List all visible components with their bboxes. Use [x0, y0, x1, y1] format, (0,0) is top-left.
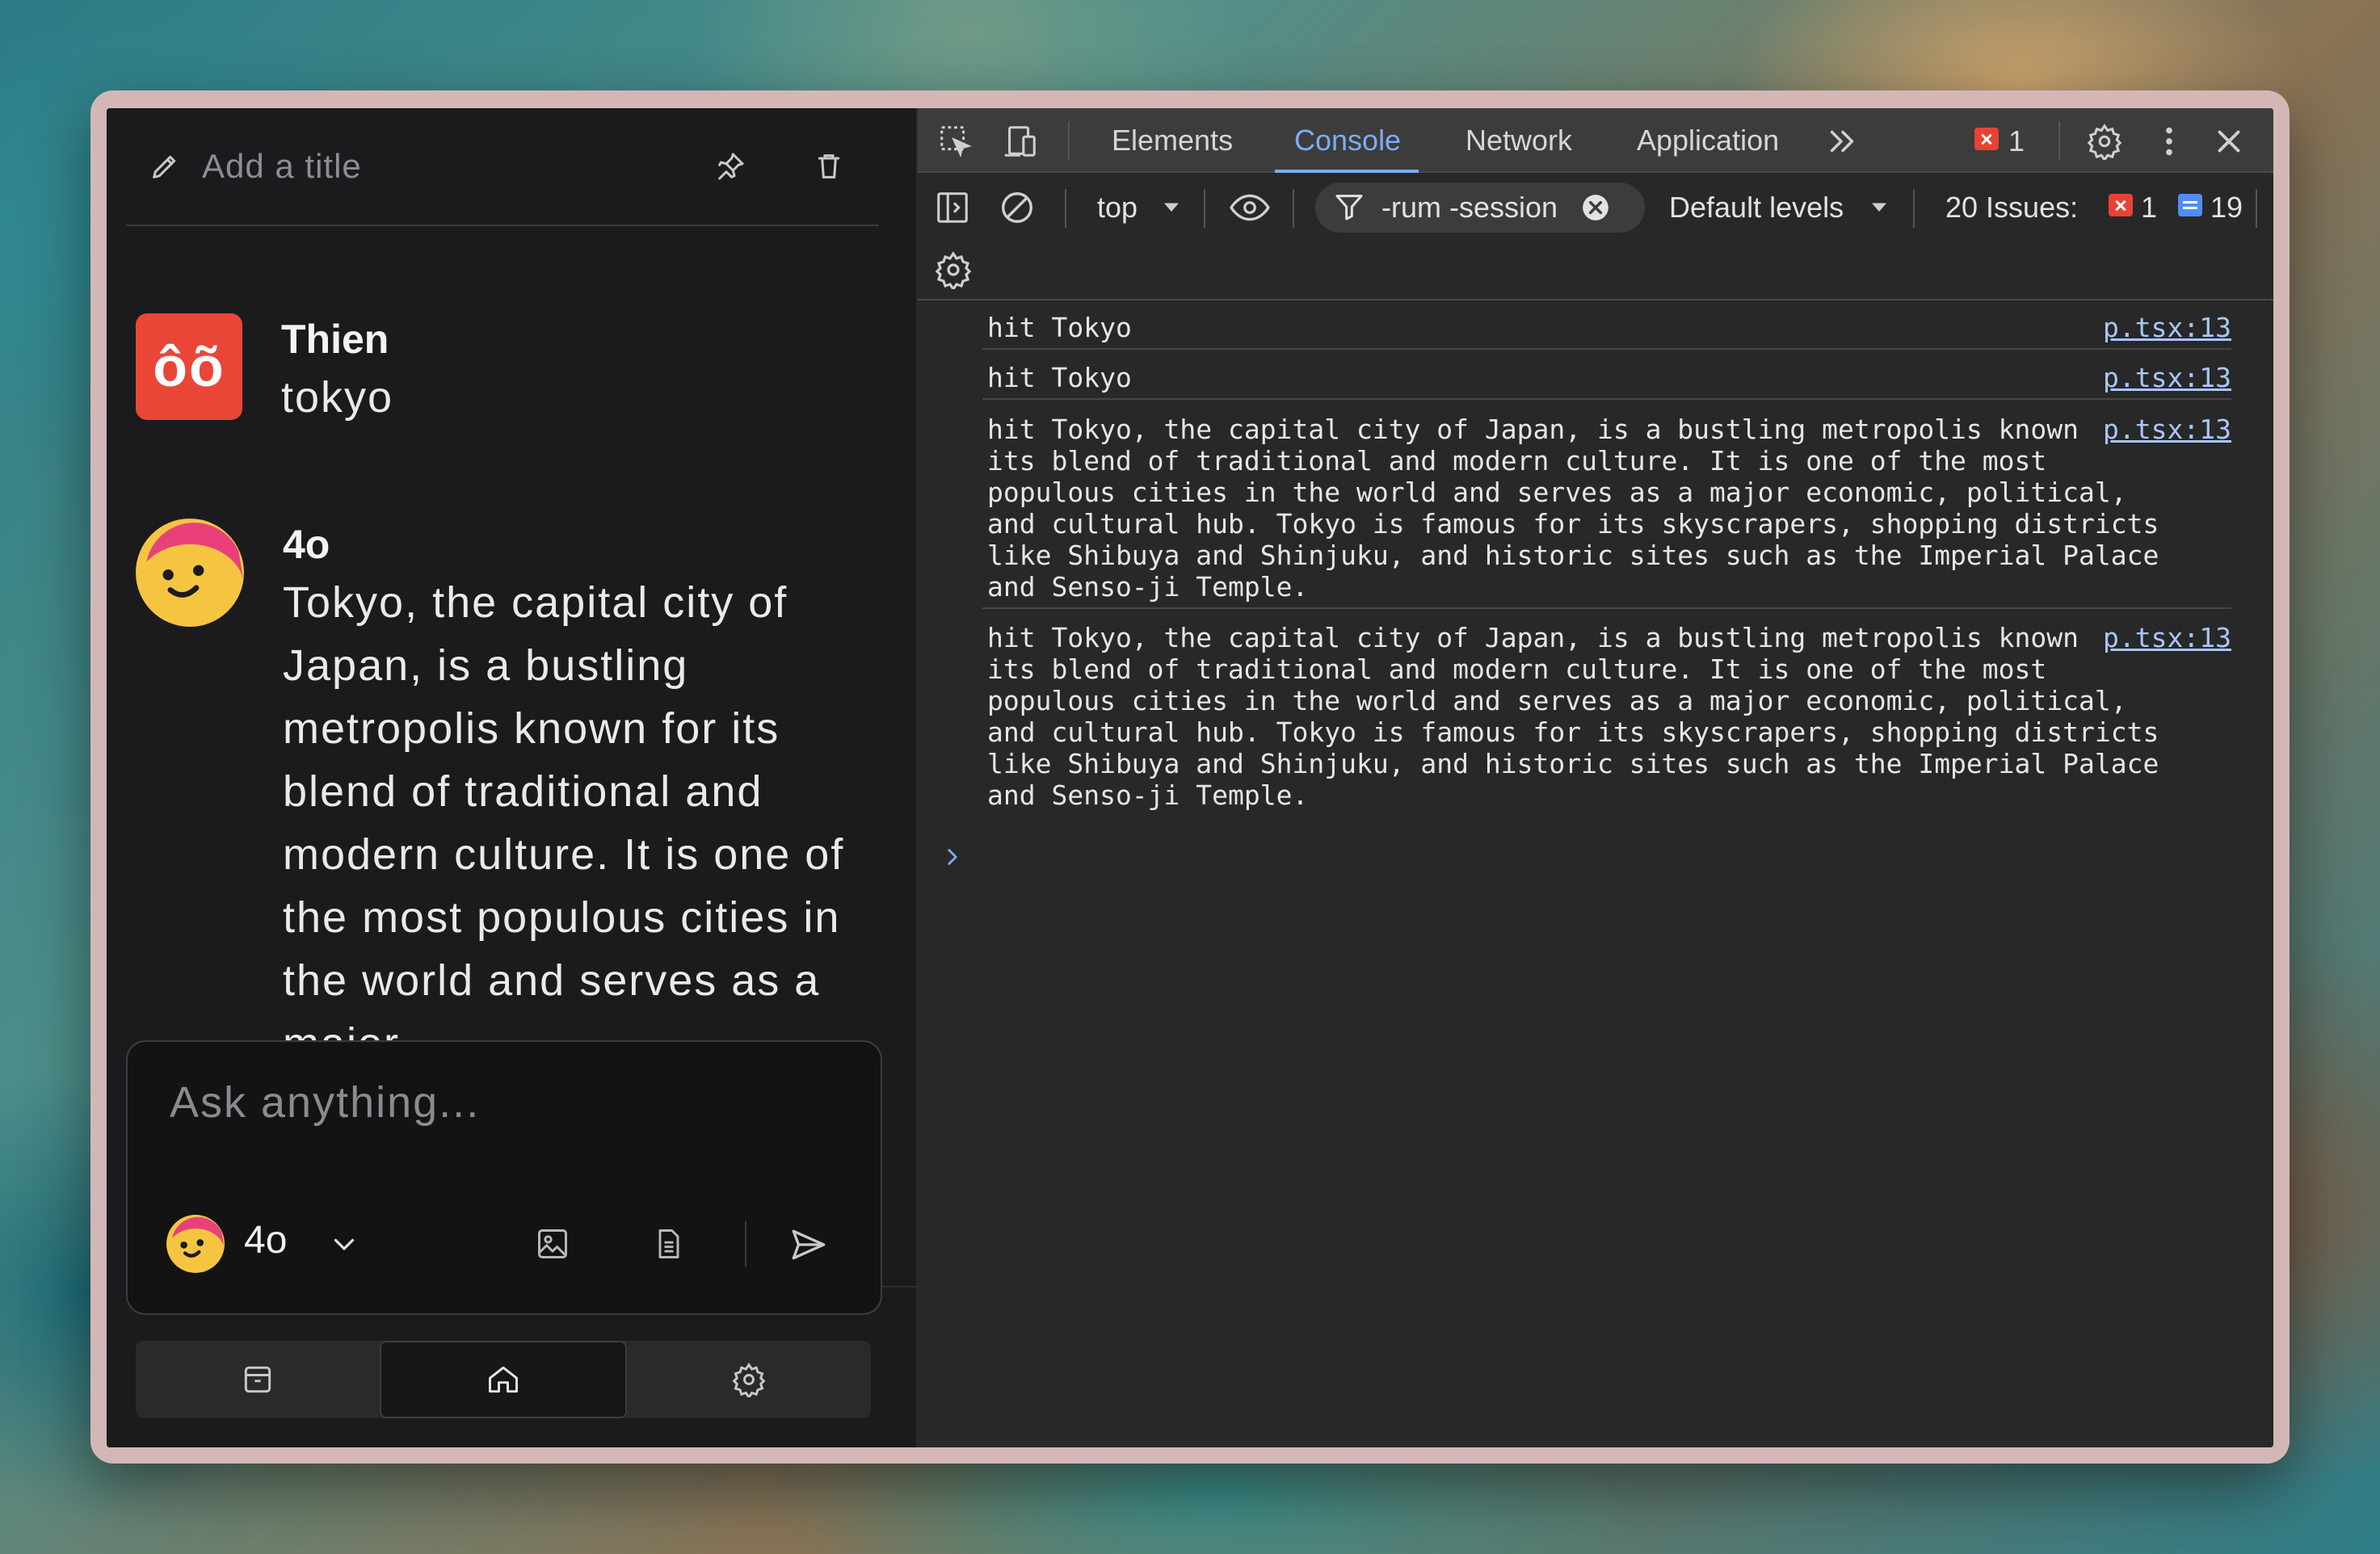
issue-error-icon[interactable] — [2109, 194, 2133, 216]
console-prompt-icon[interactable] — [939, 843, 966, 871]
inspect-element-icon[interactable] — [937, 123, 974, 160]
filter-text: -rum -session — [1381, 191, 1558, 224]
toolbar-separator — [2256, 189, 2257, 228]
context-selector[interactable]: top — [1097, 191, 1137, 225]
user-avatar: ôõ — [136, 313, 242, 420]
user-name: Thien — [281, 317, 389, 362]
console-filter-input[interactable]: -rum -session — [1315, 183, 1645, 233]
toolbar-separator — [1913, 189, 1915, 228]
log-source-link[interactable]: p.tsx:13 — [2087, 312, 2231, 343]
tab-home[interactable] — [380, 1341, 627, 1418]
issues-info-count[interactable]: 19 — [2210, 191, 2243, 225]
bottom-tabbar — [136, 1341, 871, 1418]
sidebar-toggle-icon[interactable] — [934, 189, 971, 226]
model-selector[interactable]: 4o — [244, 1218, 287, 1262]
device-toolbar-icon[interactable] — [1002, 123, 1039, 160]
caret-down-icon[interactable] — [1865, 192, 1894, 221]
log-source-link[interactable]: p.tsx:13 — [2087, 622, 2231, 653]
document-upload-icon[interactable] — [651, 1226, 687, 1262]
chat-header: Add a title — [126, 108, 879, 226]
pencil-icon[interactable] — [149, 150, 181, 183]
archive-icon — [244, 1366, 271, 1393]
title-input[interactable]: Add a title — [202, 147, 362, 186]
composer: Ask anything... 4o — [126, 1040, 882, 1315]
app-window: Add a title ôõ Thien tokyo 4o Tokyo, the… — [90, 90, 2290, 1464]
toolbar-separator — [2058, 121, 2060, 160]
error-badge-icon[interactable] — [1974, 128, 1999, 150]
filter-icon — [1335, 195, 1363, 220]
eye-icon[interactable] — [1228, 187, 1272, 228]
toolbar-separator — [1204, 189, 1205, 228]
model-avatar[interactable] — [166, 1215, 225, 1273]
console-settings-row — [918, 241, 2273, 300]
tab-console[interactable]: Console — [1274, 108, 1419, 173]
log-message[interactable]: hit Tokyo, the capital city of Japan, is… — [982, 407, 2186, 607]
issue-info-icon[interactable] — [2178, 194, 2202, 216]
console-log-entry: hit Tokyo p.tsx:13 — [982, 355, 2231, 400]
issues-label[interactable]: 20 Issues: — [1945, 191, 2078, 225]
composer-separator — [745, 1221, 746, 1266]
assistant-avatar — [136, 519, 244, 627]
kebab-menu-icon[interactable] — [2151, 123, 2188, 160]
window-content: Add a title ôõ Thien tokyo 4o Tokyo, the… — [107, 108, 2273, 1447]
gear-icon[interactable] — [2086, 123, 2123, 160]
close-icon[interactable] — [2210, 123, 2248, 160]
tab-archive[interactable] — [136, 1341, 380, 1418]
error-count[interactable]: 1 — [2008, 124, 2025, 158]
settings-icon — [732, 1363, 766, 1397]
more-tabs-icon[interactable] — [1824, 123, 1861, 160]
tab-elements[interactable]: Elements — [1112, 108, 1233, 173]
user-message-text: tokyo — [281, 373, 394, 422]
log-source-link[interactable]: p.tsx:13 — [2087, 414, 2231, 445]
home-icon — [489, 1366, 518, 1393]
tab-network[interactable]: Network — [1465, 108, 1572, 173]
send-icon[interactable] — [788, 1224, 829, 1265]
toolbar-separator — [1293, 189, 1294, 228]
caret-down-icon[interactable] — [1157, 192, 1186, 221]
console-toolbar: top -rum -session Default levels 20 Issu… — [918, 174, 2273, 241]
console-settings-icon[interactable] — [934, 250, 973, 289]
console-log-entry: hit Tokyo p.tsx:13 — [982, 305, 2231, 350]
toolbar-separator — [1065, 189, 1066, 228]
issues-error-count[interactable]: 1 — [2141, 191, 2157, 225]
chevron-down-icon[interactable] — [330, 1229, 359, 1258]
log-levels-selector[interactable]: Default levels — [1669, 191, 1844, 225]
assistant-name: 4o — [283, 522, 330, 567]
log-source-link[interactable]: p.tsx:13 — [2087, 362, 2231, 393]
log-message[interactable]: hit Tokyo — [982, 355, 2186, 398]
pin-icon[interactable] — [714, 150, 746, 183]
devtools-tabbar: Elements Console Network Application 1 — [918, 108, 2273, 173]
trash-icon[interactable] — [813, 150, 845, 183]
devtools-panel: Elements Console Network Application 1 t… — [918, 108, 2273, 1447]
chat-panel: Add a title ôõ Thien tokyo 4o Tokyo, the… — [107, 108, 918, 1447]
clear-filter-icon[interactable] — [1580, 192, 1611, 223]
console-log-entry: hit Tokyo, the capital city of Japan, is… — [982, 407, 2231, 609]
prompt-input[interactable]: Ask anything... — [170, 1077, 480, 1128]
user-message-body: Thien tokyo — [281, 313, 393, 429]
log-message[interactable]: hit Tokyo, the capital city of Japan, is… — [982, 615, 2186, 816]
log-message[interactable]: hit Tokyo — [982, 305, 2186, 348]
console-log-entry: hit Tokyo, the capital city of Japan, is… — [982, 615, 2231, 816]
assistant-message-text: Tokyo, the capital city of Japan, is a b… — [283, 578, 845, 1068]
tab-settings[interactable] — [627, 1341, 871, 1418]
toolbar-separator — [1068, 121, 1070, 160]
user-message: ôõ Thien tokyo — [136, 313, 393, 429]
clear-console-icon[interactable] — [999, 189, 1036, 226]
image-upload-icon[interactable] — [535, 1226, 570, 1262]
tab-application[interactable]: Application — [1637, 108, 1779, 173]
